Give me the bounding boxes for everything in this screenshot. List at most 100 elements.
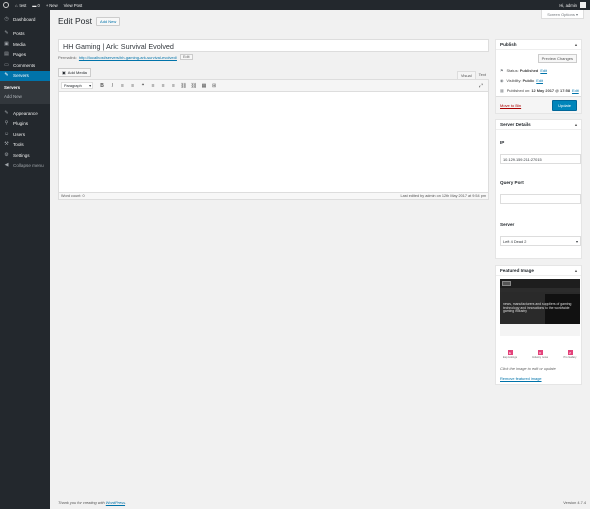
ip-label: IP [500, 140, 505, 145]
post-title-input[interactable]: HH Gaming | Ark: Survival Evolved [58, 39, 489, 52]
main-content: Screen Options ▾ Edit Post Add New HH Ga… [50, 10, 590, 509]
edit-visibility-link[interactable]: Edit [536, 78, 543, 83]
screen-options-button[interactable]: Screen Options ▾ [541, 10, 584, 19]
thumbnail-icon-1: E Esp Listings [503, 350, 517, 359]
fullscreen-icon[interactable]: ⤢ [476, 82, 486, 90]
submenu-item-servers[interactable]: Servers [0, 83, 50, 92]
link-icon[interactable]: ⛓ [179, 82, 189, 90]
query-port-input[interactable] [500, 194, 581, 204]
unlink-icon[interactable]: ⛓ [189, 82, 199, 90]
sidebar-item-servers[interactable]: ✎ Servers [0, 70, 50, 81]
permalink-link[interactable]: http://localhost/servers/hh-gaming-ark-s… [79, 55, 177, 60]
comments-link[interactable]: ▬ 0 [29, 0, 43, 10]
plugin-icon: ⚲ [4, 120, 9, 127]
pro-gallery-icon: Z [567, 350, 573, 355]
sidebar-item-dashboard[interactable]: ◷ Dashboard [0, 14, 50, 25]
sidebar-item-users[interactable]: ☺ Users [0, 129, 50, 140]
pin-icon: ✎ [4, 72, 9, 79]
calendar-icon: ▦ [500, 88, 504, 93]
toolbar-toggle-icon[interactable]: ⊞ [209, 82, 219, 90]
thumbnail-icon-3: Z Pro Gallery [563, 350, 577, 359]
published-date-row: ▦ Published on: 12 May 2017 @ 17:58 Edit [500, 88, 579, 93]
sidebar-item-settings[interactable]: ⚙ Settings [0, 150, 50, 161]
word-count: Word count: 0 [61, 194, 85, 198]
my-account-link[interactable]: Hi, admin [559, 2, 590, 8]
tab-text[interactable]: Text [476, 71, 489, 79]
pin-icon: ⚑ [500, 68, 504, 73]
wp-logo-button[interactable] [0, 0, 12, 10]
blockquote-icon[interactable]: ❝ [138, 82, 148, 90]
user-icon: ☺ [4, 130, 10, 137]
sidebar-item-media[interactable]: ▣ Media [0, 39, 50, 50]
tab-visual[interactable]: Visual [456, 71, 476, 79]
bullet-list-icon[interactable]: ≡ [117, 82, 127, 90]
numbered-list-icon[interactable]: ≡ [128, 82, 138, 90]
align-right-icon[interactable]: ≡ [168, 82, 178, 90]
avatar [580, 2, 586, 8]
collapse-menu-button[interactable]: ◀ Collapse menu [0, 161, 50, 172]
caret-up-icon: ▴ [574, 122, 577, 127]
read-more-icon[interactable]: ▦ [199, 82, 209, 90]
format-select[interactable]: Paragraph ▾ [61, 82, 93, 89]
italic-icon[interactable]: I [107, 82, 117, 90]
sidebar-item-comments[interactable]: ▭ Comments [0, 60, 50, 71]
update-button[interactable]: Update [552, 100, 577, 111]
brush-icon: ✎ [4, 109, 9, 116]
page-icon: ▤ [4, 51, 9, 58]
ip-input[interactable]: 10.129.159.211:27015 [500, 154, 581, 164]
admin-bar: ⌂ test ▬ 0 + New View Post Hi, admin [0, 0, 590, 10]
submenu-item-add-new[interactable]: Add New [0, 92, 50, 101]
media-icon: ▣ [62, 70, 66, 75]
edit-permalink-button[interactable]: Edit [179, 54, 193, 60]
esp-listings-icon: E [507, 350, 513, 355]
admin-sidebar: ◷ Dashboard ✎ Posts ▣ Media ▤ Pages ▭ Comment… [0, 10, 50, 509]
page-header: Edit Post Add New [58, 16, 121, 26]
preview-changes-button[interactable]: Preview Changes [537, 54, 577, 63]
thumbnail-footer [500, 324, 580, 336]
editor-body[interactable] [59, 92, 488, 193]
featured-image-hint: Click the image to edit or update [500, 366, 556, 371]
align-center-icon[interactable]: ≡ [158, 82, 168, 90]
new-content-link[interactable]: + New [43, 0, 61, 10]
footer-version: Version 4.7.4 [563, 500, 586, 505]
site-name-link[interactable]: ⌂ test [12, 0, 29, 10]
chevron-down-icon: ▾ [89, 84, 91, 88]
sidebar-item-pages[interactable]: ▤ Pages [0, 50, 50, 61]
sidebar-item-plugins[interactable]: ⚲ Plugins [0, 119, 50, 130]
featured-image-thumbnail[interactable]: news, manufacturers and suppliers of gam… [500, 279, 580, 336]
sidebar-item-tools[interactable]: ⚒ Tools [0, 140, 50, 151]
add-new-button[interactable]: Add New [96, 16, 121, 26]
visibility-row: ◉ Visibility: Public Edit [500, 78, 543, 83]
bold-icon[interactable]: B [97, 82, 107, 90]
eye-icon: ◉ [500, 78, 504, 83]
caret-up-icon: ▴ [574, 268, 577, 273]
publish-box: Publish ▴ Preview Changes ⚑ Status: Publ… [495, 39, 582, 114]
wordpress-link[interactable]: WordPress [106, 500, 125, 505]
remove-featured-image-link[interactable]: Remove featured image [500, 376, 542, 381]
sidebar-item-posts[interactable]: ✎ Posts [0, 29, 50, 40]
align-left-icon[interactable]: ≡ [148, 82, 158, 90]
dashboard-icon: ◷ [4, 15, 9, 22]
comment-icon: ▭ [4, 61, 9, 68]
move-to-bin-link[interactable]: Move to Bin [500, 103, 521, 108]
caret-up-icon: ▴ [574, 42, 577, 47]
featured-image-header[interactable]: Featured Image ▴ [496, 266, 581, 276]
status-row: ⚑ Status: Published Edit [500, 68, 548, 73]
add-media-button[interactable]: ▣ Add Media [58, 68, 91, 77]
thumbnail-icon-2: O Industry news [531, 350, 548, 359]
server-select[interactable]: Left 4 Dead 2 ▾ [500, 236, 581, 246]
chevron-down-icon: ▾ [575, 12, 578, 17]
thumbnail-logo [502, 281, 511, 286]
publish-box-header[interactable]: Publish ▴ [496, 40, 581, 50]
server-details-header[interactable]: Server Details ▴ [496, 120, 581, 130]
edit-status-link[interactable]: Edit [540, 68, 547, 73]
editor-tabs: Visual Text [456, 71, 489, 79]
settings-icon: ⚙ [4, 151, 9, 158]
plus-icon: + [45, 2, 49, 8]
sidebar-item-appearance[interactable]: ✎ Appearance [0, 108, 50, 119]
view-post-link[interactable]: View Post [61, 0, 86, 10]
home-icon: ⌂ [15, 2, 18, 8]
edit-date-link[interactable]: Edit [572, 88, 579, 93]
footer-thanks: Thank you for creating with WordPress. [58, 500, 127, 505]
collapse-icon: ◀ [4, 162, 9, 169]
